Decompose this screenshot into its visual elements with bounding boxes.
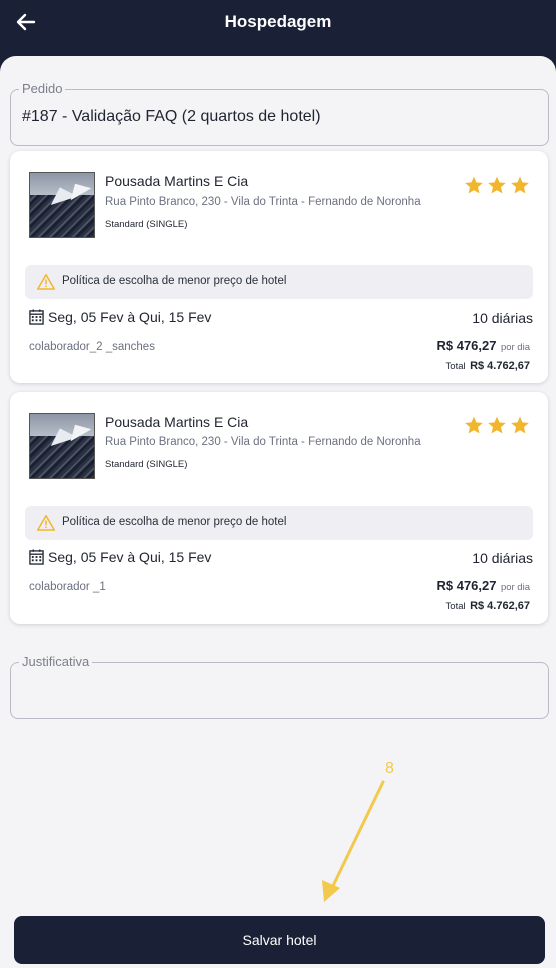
- order-field-value: #187 - Validação FAQ (2 quartos de hotel…: [22, 108, 321, 125]
- warning-icon: [37, 274, 55, 290]
- per-day-label: por dia: [500, 582, 530, 593]
- annotation-arrow-icon: [322, 780, 385, 902]
- policy-banner: Política de escolha de menor preço de ho…: [25, 506, 533, 540]
- room-type: Standard (SINGLE): [105, 219, 188, 230]
- star-icon: [511, 416, 529, 434]
- nights-count: 10 diárias: [472, 310, 533, 326]
- hotel-address: Rua Pinto Branco, 230 - Vila do Trinta -…: [105, 436, 421, 448]
- price-per-day: R$ 476,27: [436, 338, 497, 353]
- warning-icon: [37, 515, 55, 531]
- collaborator-name: colaborador _1: [29, 581, 106, 593]
- total-label: Total: [445, 361, 466, 372]
- star-icon: [465, 416, 483, 434]
- hotel-name: Pousada Martins E Cia: [105, 414, 249, 430]
- hotel-rating: [464, 415, 530, 435]
- calendar-icon: [29, 549, 44, 565]
- star-icon: [488, 416, 506, 434]
- star-icon: [511, 176, 529, 194]
- hotel-photo: [29, 172, 95, 238]
- price-per-day: R$ 476,27: [436, 578, 497, 593]
- total-label: Total: [445, 601, 466, 612]
- page-title: Hospedagem: [224, 12, 332, 31]
- stay-dates: Seg, 05 Fev à Qui, 15 Fev: [29, 309, 211, 325]
- per-day-label: por dia: [500, 342, 530, 353]
- calendar-icon: [29, 309, 44, 325]
- star-icon: [465, 176, 483, 194]
- total-price: R$ 4.762,67: [470, 600, 530, 612]
- app-header: Hospedagem: [0, 0, 556, 58]
- price-block: R$ 476,27 por dia Total R$ 4.762,67: [436, 577, 530, 614]
- policy-text: Política de escolha de menor preço de ho…: [62, 275, 287, 287]
- order-field[interactable]: Pedido #187 - Validação FAQ (2 quartos d…: [10, 81, 549, 146]
- policy-banner: Política de escolha de menor preço de ho…: [25, 265, 533, 299]
- stay-dates-text: Seg, 05 Fev à Qui, 15 Fev: [48, 549, 212, 565]
- total-price: R$ 4.762,67: [470, 360, 530, 372]
- save-hotel-button[interactable]: Salvar hotel: [14, 916, 545, 964]
- hotel-photo: [29, 413, 95, 479]
- hotel-address: Rua Pinto Branco, 230 - Vila do Trinta -…: [105, 196, 421, 208]
- collaborator-name: colaborador_2 _sanches: [29, 341, 155, 353]
- hotel-rating: [464, 175, 530, 195]
- hotel-name: Pousada Martins E Cia: [105, 173, 249, 189]
- stay-dates-text: Seg, 05 Fev à Qui, 15 Fev: [48, 309, 212, 325]
- policy-text: Política de escolha de menor preço de ho…: [62, 516, 287, 528]
- booking-card[interactable]: Pousada Martins E Cia Rua Pinto Branco, …: [10, 392, 548, 624]
- booking-card[interactable]: Pousada Martins E Cia Rua Pinto Branco, …: [10, 151, 548, 383]
- star-icon: [488, 176, 506, 194]
- justification-field[interactable]: Justificativa: [10, 654, 549, 719]
- room-type: Standard (SINGLE): [105, 459, 188, 470]
- nights-count: 10 diárias: [472, 550, 533, 566]
- justification-field-label: Justificativa: [19, 654, 93, 669]
- stay-dates: Seg, 05 Fev à Qui, 15 Fev: [29, 549, 211, 565]
- price-block: R$ 476,27 por dia Total R$ 4.762,67: [436, 337, 530, 374]
- order-field-label: Pedido: [19, 81, 66, 96]
